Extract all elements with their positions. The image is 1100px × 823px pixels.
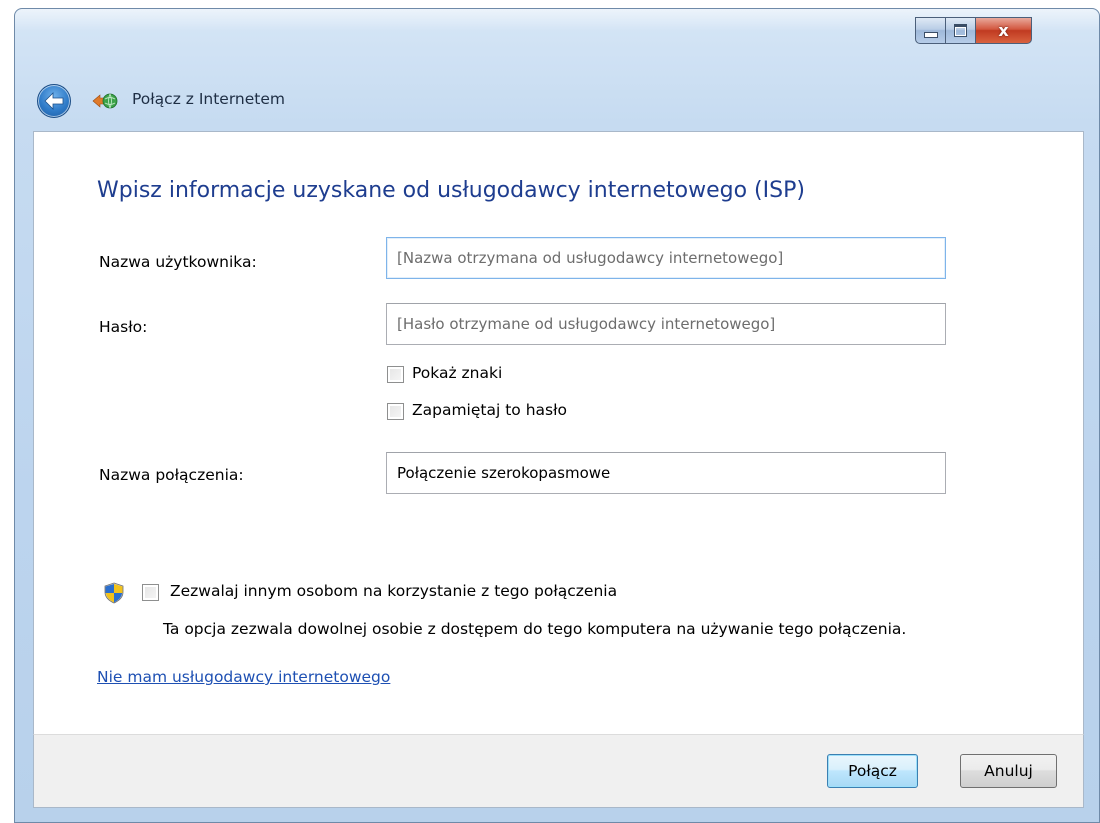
- back-button[interactable]: [37, 84, 71, 118]
- back-arrow-icon: [44, 92, 64, 110]
- allow-others-description: Ta opcja zezwala dowolnej osobie z dostę…: [163, 620, 907, 638]
- password-label: Hasło:: [99, 318, 148, 336]
- minimize-button[interactable]: [915, 17, 946, 44]
- username-label: Nazwa użytkownika:: [99, 253, 257, 271]
- content-panel: [33, 131, 1084, 734]
- show-chars-label: Pokaż znaki: [412, 364, 503, 382]
- show-chars-checkbox[interactable]: [387, 366, 404, 383]
- close-icon: x: [998, 21, 1009, 40]
- no-isp-link[interactable]: Nie mam usługodawcy internetowego: [97, 668, 390, 686]
- caption-buttons: x: [915, 17, 1032, 46]
- cancel-button[interactable]: Anuluj: [960, 754, 1057, 788]
- connect-button[interactable]: Połącz: [827, 754, 918, 788]
- maximize-button[interactable]: [946, 17, 976, 44]
- remember-password-checkbox[interactable]: [387, 403, 404, 420]
- connection-name-label: Nazwa połączenia:: [99, 466, 244, 484]
- page-heading: Wpisz informacje uzyskane od usługodawcy…: [97, 178, 805, 203]
- footer-bar: [33, 734, 1084, 808]
- maximize-icon: [954, 24, 967, 37]
- username-input[interactable]: [386, 237, 946, 279]
- allow-others-checkbox[interactable]: [142, 584, 159, 601]
- network-globe-icon: [92, 93, 118, 109]
- uac-shield-icon: [104, 582, 124, 604]
- connection-name-input[interactable]: [386, 452, 946, 494]
- remember-password-label: Zapamiętaj to hasło: [412, 401, 567, 419]
- window-title: Połącz z Internetem: [132, 90, 286, 108]
- allow-others-label: Zezwalaj innym osobom na korzystanie z t…: [170, 582, 618, 600]
- password-input[interactable]: [386, 303, 946, 345]
- minimize-icon: [923, 31, 938, 38]
- close-button[interactable]: x: [976, 17, 1032, 44]
